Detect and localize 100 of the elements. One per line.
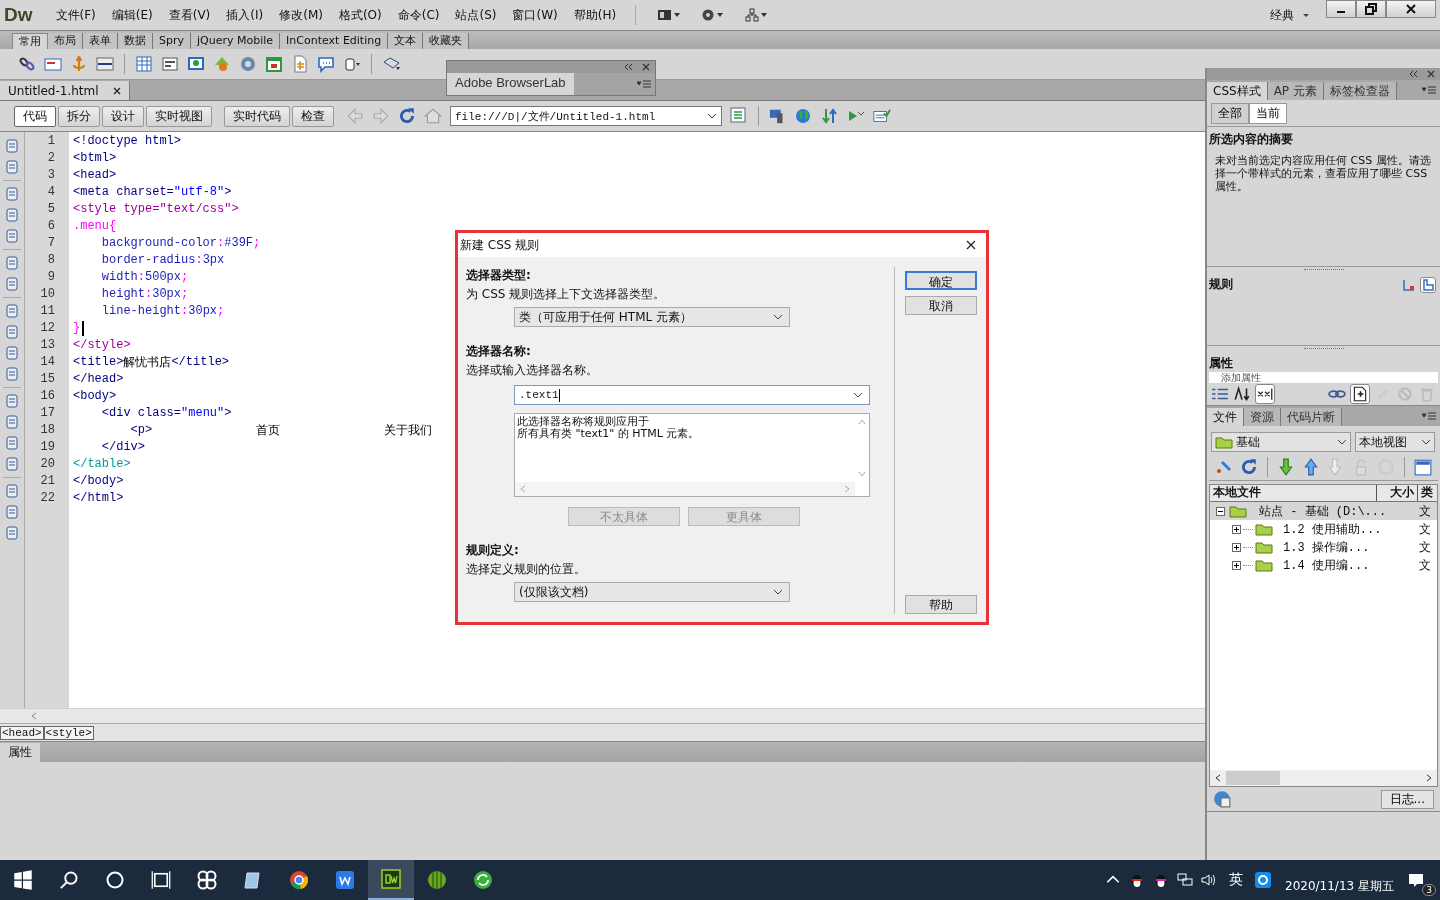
- globe-icon[interactable]: [795, 107, 813, 125]
- minimize-button[interactable]: [1326, 0, 1356, 18]
- column-header[interactable]: 类: [1418, 485, 1437, 501]
- check-page-icon[interactable]: [873, 107, 891, 125]
- q-app-icon[interactable]: [1255, 872, 1271, 888]
- site-dropdown[interactable]: 基础: [1211, 432, 1351, 452]
- column-header[interactable]: 本地文件: [1210, 485, 1377, 501]
- start-icon[interactable]: [13, 870, 33, 890]
- close-icon[interactable]: [966, 240, 976, 250]
- volume-icon[interactable]: [1201, 872, 1217, 888]
- document-app-icon[interactable]: [335, 870, 355, 890]
- file-tree-row[interactable]: 1.4 使用编... 文: [1210, 556, 1437, 574]
- address-field[interactable]: file:///D|/文件/Untitled-1.html: [450, 106, 722, 126]
- file-tree-row[interactable]: 1.2 使用辅助... 文: [1210, 520, 1437, 538]
- tag-selector-item[interactable]: <style>: [43, 725, 94, 740]
- circle-icon[interactable]: [105, 870, 125, 890]
- panel-tab[interactable]: Adobe BrowserLab: [447, 73, 574, 95]
- chevron-down-icon[interactable]: [707, 112, 717, 120]
- menu-item[interactable]: 站点(S): [448, 6, 504, 24]
- tag-selector-item[interactable]: <head>: [0, 725, 44, 740]
- chevron-down-icon[interactable]: [853, 391, 863, 399]
- striped-ball-icon[interactable]: [427, 870, 447, 890]
- panel-tab[interactable]: CSS样式: [1207, 82, 1268, 100]
- insert-tab[interactable]: InContext Editing: [280, 33, 389, 49]
- log-button[interactable]: 日志...: [1380, 789, 1434, 809]
- penguin-icon[interactable]: [1129, 872, 1145, 888]
- view-button[interactable]: 检查: [292, 105, 334, 127]
- panel-menu-icon[interactable]: [1422, 86, 1436, 94]
- expand-toggle-icon[interactable]: [1232, 542, 1241, 552]
- set-properties-icon[interactable]: [1255, 384, 1275, 404]
- table-icon[interactable]: [135, 55, 153, 73]
- add-property-link[interactable]: 添加属性: [1209, 372, 1438, 383]
- check-out-icon[interactable]: [1327, 458, 1345, 476]
- scrollbar-thumb[interactable]: [1226, 771, 1280, 785]
- chevron-down-icon[interactable]: [773, 313, 783, 321]
- clock-date[interactable]: 2020/11/13 星期五: [1285, 877, 1394, 895]
- layout-icon[interactable]: [656, 8, 683, 22]
- caret-icon[interactable]: [1302, 11, 1310, 19]
- penguin-icon[interactable]: [1153, 872, 1169, 888]
- selector-name-field[interactable]: .text1: [514, 385, 870, 405]
- menu-item[interactable]: 查看(V): [161, 6, 218, 24]
- refresh-icon[interactable]: [1240, 458, 1258, 476]
- scroll-left-icon[interactable]: [1214, 774, 1222, 782]
- menu-item[interactable]: 编辑(E): [104, 6, 160, 24]
- view-button[interactable]: 实时代码: [224, 105, 290, 127]
- expand-toggle-icon[interactable]: [1232, 560, 1241, 570]
- rule-location-dropdown[interactable]: (仅限该文档): [514, 582, 790, 602]
- form-icon[interactable]: [161, 55, 179, 73]
- sync-app-icon[interactable]: [473, 870, 493, 890]
- selector-type-dropdown[interactable]: 类（可应用于任何 HTML 元素）: [514, 307, 790, 327]
- expand-toggle-icon[interactable]: [1232, 524, 1241, 534]
- mode-button[interactable]: 当前: [1249, 102, 1287, 124]
- task-view-icon[interactable]: [151, 870, 171, 890]
- chevron-down-icon[interactable]: [773, 588, 783, 596]
- search-icon[interactable]: [59, 870, 79, 890]
- dialog-button[interactable]: 确定: [904, 271, 977, 290]
- menu-item[interactable]: 命令(C): [390, 6, 447, 24]
- widget-icon[interactable]: [343, 55, 361, 73]
- close-icon[interactable]: [112, 86, 121, 95]
- workspace-switcher[interactable]: 经典: [1270, 6, 1310, 24]
- file-tree-row[interactable]: 站点 - 基础 (D:\... 文: [1210, 502, 1437, 520]
- restore-button[interactable]: [1356, 0, 1386, 18]
- input-method-indicator[interactable]: 英: [1229, 871, 1243, 889]
- view-dropdown[interactable]: 本地视图: [1355, 432, 1435, 452]
- transfer-icon[interactable]: [821, 107, 839, 125]
- close-button[interactable]: [1386, 0, 1436, 18]
- dialog-button[interactable]: 取消: [904, 296, 977, 315]
- browser-icon[interactable]: [289, 870, 309, 890]
- speech-bubble-icon[interactable]: [317, 55, 335, 73]
- chevron-down-icon[interactable]: [1421, 438, 1431, 446]
- panel-tab[interactable]: 资源: [1244, 408, 1281, 426]
- panel-menu-icon[interactable]: [637, 80, 651, 88]
- insert-tab[interactable]: 常用: [12, 33, 48, 49]
- panel-tab[interactable]: 标签检查器: [1323, 82, 1397, 100]
- insert-tab[interactable]: jQuery Mobile: [191, 33, 281, 49]
- collapse-toggle-icon[interactable]: [1216, 506, 1225, 516]
- list-icon[interactable]: [730, 107, 748, 125]
- image-icon[interactable]: [187, 55, 205, 73]
- expand-window-icon[interactable]: [1414, 458, 1432, 476]
- view-button[interactable]: 实时视图: [146, 105, 212, 127]
- panel-tab[interactable]: 文件: [1207, 408, 1244, 426]
- rule-info-icon[interactable]: [1420, 276, 1436, 293]
- notebook-icon[interactable]: [243, 870, 263, 890]
- chevron-down-icon[interactable]: [1337, 438, 1347, 446]
- insert-tab[interactable]: 布局: [48, 33, 83, 49]
- envelope-icon[interactable]: [44, 55, 62, 73]
- view-button[interactable]: 代码: [14, 105, 56, 127]
- editor-app-icon[interactable]: [381, 869, 401, 889]
- menu-item[interactable]: 帮助(H): [566, 6, 624, 24]
- view-button[interactable]: 设计: [102, 105, 144, 127]
- menu-item[interactable]: 修改(M): [272, 6, 330, 24]
- panel-tab[interactable]: AP 元素: [1267, 82, 1324, 100]
- download-icon[interactable]: [1277, 458, 1295, 476]
- insert-tab[interactable]: 文本: [388, 33, 424, 49]
- network-icon[interactable]: [1177, 872, 1193, 888]
- cascade-icon[interactable]: [1402, 277, 1416, 292]
- panel-tab[interactable]: 代码片断: [1281, 408, 1342, 426]
- menu-item[interactable]: 插入(I): [219, 6, 271, 24]
- connect-icon[interactable]: [1215, 458, 1233, 476]
- column-header[interactable]: 大小: [1377, 485, 1418, 501]
